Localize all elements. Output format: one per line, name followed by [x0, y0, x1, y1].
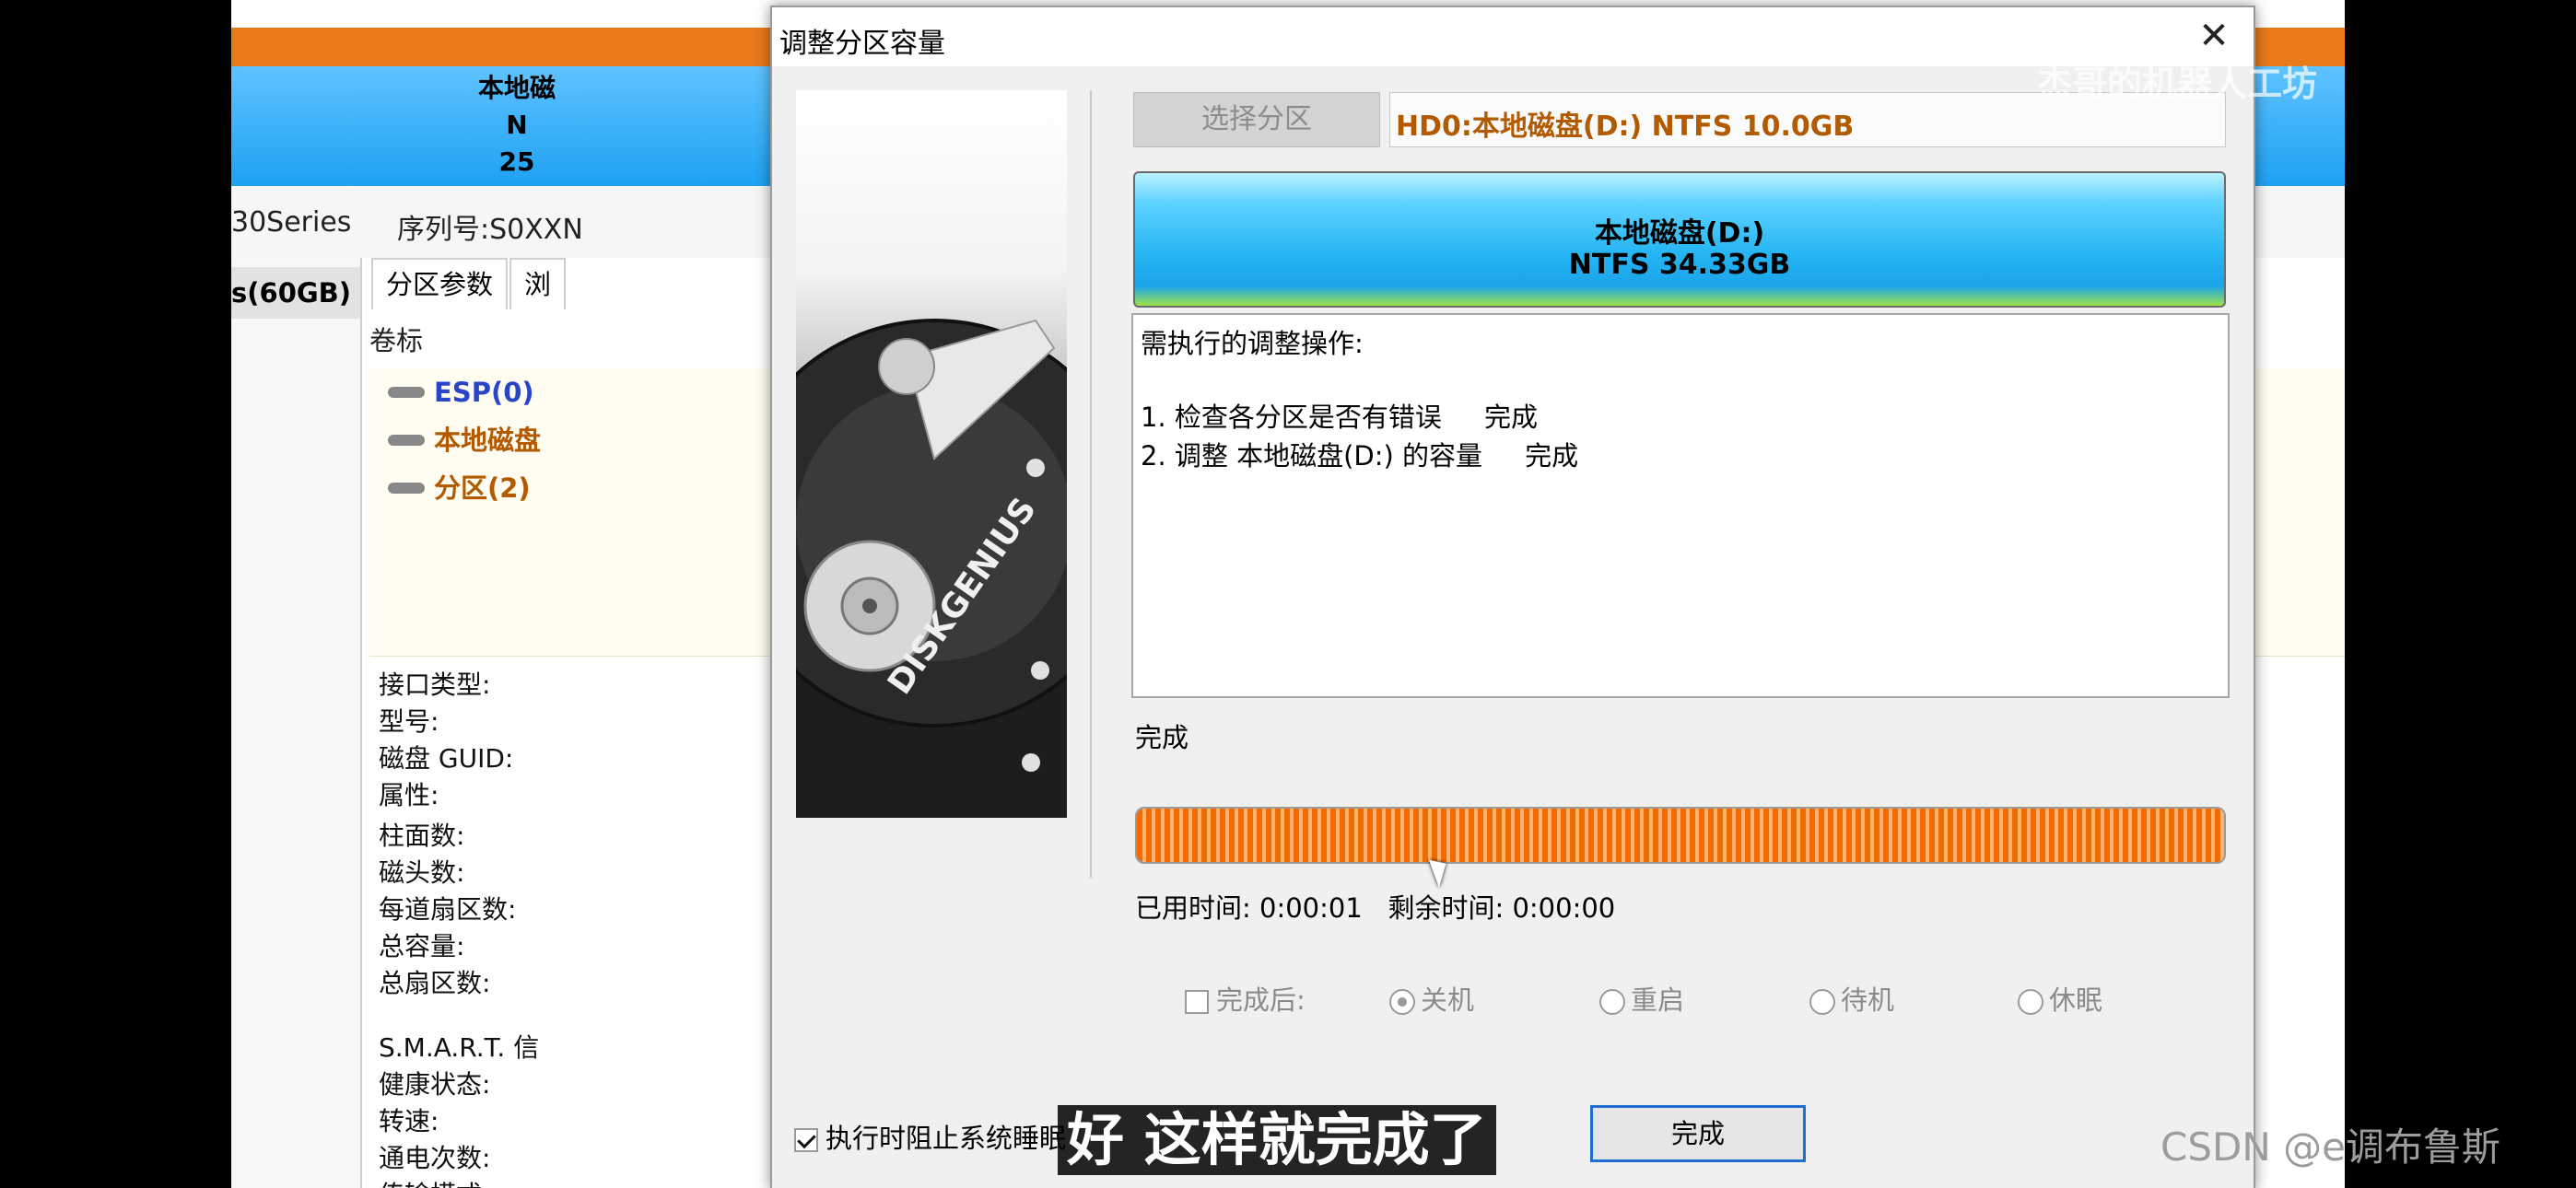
bg-disk-map-label: 本地磁 N 25: [477, 73, 556, 177]
bg-row-name: 分区(2): [434, 472, 531, 504]
bg-tab-partition-params[interactable]: 分区参数: [371, 258, 509, 309]
video-frame: 本地磁 N 25 30Series 序列号:S0XXN s(60GB) 分区参数…: [231, 0, 2345, 1188]
operations-heading: 需执行的调整操作:: [1141, 328, 1364, 359]
video-subtitle: 好 这样就完成了: [1058, 1105, 1496, 1175]
bg-row-name: ESP(0): [434, 377, 534, 408]
radio-icon[interactable]: [1389, 989, 1415, 1015]
bg-col-volume: 卷标: [369, 325, 424, 356]
elapsed-value: 0:00:01: [1259, 892, 1363, 924]
radio-icon[interactable]: [1809, 989, 1835, 1015]
list-item: 2. 调整 本地磁盘(D:) 的容量 完成: [1141, 440, 1579, 472]
bg-model-text: 30Series: [231, 206, 352, 239]
close-icon[interactable]: ✕: [2193, 15, 2235, 57]
bg-disk-tree-panel: [231, 258, 362, 1188]
remaining-label: 剩余时间:: [1388, 892, 1505, 924]
bg-properties-2: 柱面数: 磁头数: 每道扇区数: 总容量: 总扇区数:: [379, 821, 517, 998]
bg-disk-tree-item[interactable]: s(60GB): [231, 267, 360, 319]
disk-icon: [388, 435, 425, 446]
dialog-title: 调整分区容量: [779, 28, 945, 60]
diskgenius-logo-image: DISKGENIUS: [796, 90, 1067, 818]
csdn-watermark: CSDN @e调布鲁斯: [2160, 1124, 2500, 1170]
timing-row: 已用时间: 0:00:01 剩余时间: 0:00:00: [1135, 887, 1615, 926]
operations-list: 需执行的调整操作: 1. 检查各分区是否有错误 完成 2. 调整 本地磁盘(D:…: [1131, 313, 2230, 698]
list-item: 1. 检查各分区是否有错误 完成: [1141, 402, 1538, 433]
prevent-sleep-checkbox[interactable]: 执行时阻止系统睡眠: [794, 1117, 1066, 1156]
partition-disk-bar: 本地磁盘(D:) NTFS 34.33GB: [1133, 171, 2226, 308]
progress-bar: [1135, 807, 2226, 864]
bilibili-watermark-text: 杰哥的机器人工坊: [2037, 64, 2318, 104]
progress-fill: [1137, 809, 2224, 862]
checkbox-icon[interactable]: [1185, 990, 1209, 1014]
checkbox-checked-icon[interactable]: [794, 1128, 818, 1152]
status-text: 完成: [1135, 722, 1189, 753]
partition-field-value: HD0:本地磁盘(D:) NTFS 10.0GB: [1396, 111, 1855, 143]
radio-hibernate[interactable]: 休眠: [2018, 979, 2102, 1018]
radio-icon[interactable]: [1599, 989, 1625, 1015]
bg-tab-browse[interactable]: 浏: [509, 258, 567, 309]
hard-disk-icon: [796, 319, 1067, 772]
bg-row-name: 本地磁盘: [434, 425, 542, 456]
radio-standby[interactable]: 待机: [1809, 979, 1894, 1018]
resize-partition-dialog: 调整分区容量 ✕ DISKGENIUS 选择分区 HD0:本地磁盘(D:) NT…: [770, 6, 2255, 1188]
elapsed-label: 已用时间:: [1135, 892, 1251, 924]
radio-icon[interactable]: [2018, 989, 2043, 1015]
bg-serial-text: 序列号:S0XXN: [397, 214, 583, 246]
dialog-titlebar[interactable]: 调整分区容量 ✕: [772, 7, 2254, 66]
done-button[interactable]: 完成: [1590, 1105, 1806, 1162]
radio-restart[interactable]: 重启: [1599, 979, 1684, 1018]
vertical-divider: [1090, 90, 1092, 878]
disk-icon: [388, 387, 425, 398]
bg-tabs: 分区参数 浏: [362, 258, 823, 309]
disk-bar-size: NTFS 34.33GB: [1568, 249, 1791, 281]
bg-properties-1: 接口类型: 型号: 磁盘 GUID: 属性:: [379, 670, 514, 810]
remaining-value: 0:00:00: [1512, 892, 1616, 924]
disk-icon: [388, 483, 425, 494]
disk-bar-name: 本地磁盘(D:): [1594, 217, 1765, 250]
radio-shutdown[interactable]: 关机: [1389, 979, 1474, 1018]
select-partition-button[interactable]: 选择分区: [1133, 92, 1380, 147]
after-completion-checkbox[interactable]: 完成后:: [1185, 979, 1306, 1018]
bg-properties-3: S.M.A.R.T. 信 健康状态: 转速: 通电次数: 传输模式:: [379, 1032, 540, 1188]
